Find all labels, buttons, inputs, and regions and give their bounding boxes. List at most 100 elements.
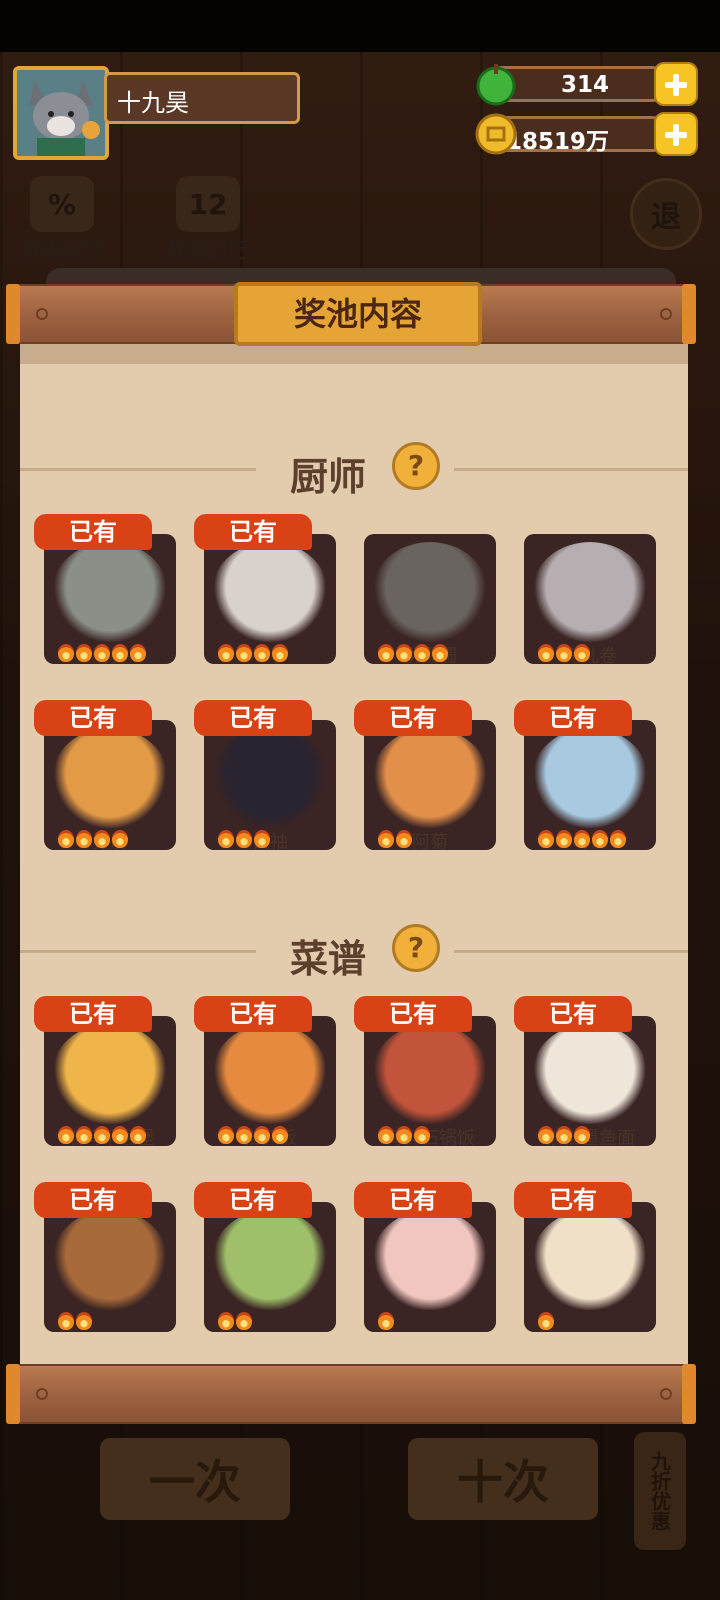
player-name: 十九昊 (117, 89, 189, 117)
flame-icon (112, 1126, 128, 1144)
chef-help-button[interactable]: ? (392, 442, 440, 490)
flame-icon (432, 644, 448, 662)
flame-icon (218, 830, 234, 848)
rarity-flames (58, 830, 130, 850)
item-artwork (532, 1024, 648, 1124)
item-artwork (372, 728, 488, 828)
owned-badge: 已有 (514, 700, 632, 736)
pool-item-card[interactable]: 已有 海鲜石锅饭 (354, 996, 496, 1149)
flame-icon (272, 644, 288, 662)
flame-icon (592, 830, 608, 848)
owned-badge: 已有 (194, 700, 312, 736)
owned-badge: 已有 (354, 700, 472, 736)
wolf-avatar-icon (17, 70, 105, 156)
player-name-box: 十九昊 (104, 72, 300, 124)
owned-badge: 已有 (514, 1182, 632, 1218)
item-artwork (52, 1210, 168, 1310)
item-artwork (532, 542, 648, 642)
flame-icon (58, 644, 74, 662)
flame-icon (378, 1312, 394, 1330)
rarity-flames (218, 830, 272, 850)
recipe-section-title: 菜谱 (290, 937, 367, 981)
item-artwork (212, 1024, 328, 1124)
pool-item-card[interactable]: 已有 (194, 1182, 336, 1332)
rarity-flames (58, 1126, 148, 1146)
dialog-title: 奖池内容 (234, 282, 482, 346)
item-artwork (52, 542, 168, 642)
flame-icon (378, 644, 394, 662)
scroll-bottom-rod[interactable] (6, 1364, 696, 1424)
owned-badge: 已有 (514, 996, 632, 1032)
flame-icon (218, 644, 234, 662)
pool-item-card[interactable]: 已有 (514, 1182, 656, 1332)
coin-value: 18519万 (505, 129, 609, 155)
flame-icon (556, 644, 572, 662)
flame-icon (130, 644, 146, 662)
pool-item-card[interactable]: 已有 喵呜千层堡 (34, 996, 176, 1149)
divider-right (454, 950, 688, 953)
flame-icon (556, 1126, 572, 1144)
recipe-section-header: 菜谱 ? (20, 922, 688, 982)
rod-nail-right (660, 308, 672, 320)
flame-icon (218, 1126, 234, 1144)
player-avatar[interactable] (13, 66, 109, 160)
flame-icon (58, 830, 74, 848)
add-apples-button[interactable] (654, 62, 698, 106)
item-artwork (212, 1210, 328, 1310)
flame-icon (574, 1126, 590, 1144)
pool-item-card[interactable]: 兜儿卷 (514, 514, 656, 667)
flame-icon (254, 830, 270, 848)
pool-item-card[interactable]: 已有 屿人 (514, 700, 656, 853)
rod-cap-left (6, 1364, 20, 1424)
add-coins-button[interactable] (654, 112, 698, 156)
flame-icon (272, 1126, 288, 1144)
flame-icon (538, 830, 554, 848)
status-bar (0, 0, 720, 52)
item-portrait (524, 1202, 656, 1332)
pool-item-card[interactable]: 猕圆圆 (354, 514, 496, 667)
rarity-flames (58, 1312, 94, 1332)
pool-item-card[interactable]: 已有 猫猫墨鱼面 (514, 996, 656, 1149)
pool-item-card[interactable]: 已有 阿菊 (354, 700, 496, 853)
item-artwork (212, 542, 328, 642)
flame-icon (76, 830, 92, 848)
pool-item-card[interactable]: 已有 (34, 1182, 176, 1332)
rarity-flames (378, 644, 450, 664)
owned-badge: 已有 (34, 514, 152, 550)
flame-icon (556, 830, 572, 848)
item-artwork (212, 728, 328, 828)
prize-pool-panel: 厨师 ? 已有 阿狸 已有 布丁 猕圆圆 兜儿卷已有 狞萌 已有 白袖 已有 阿菊 已有 屿人 菜谱 ?… (20, 342, 688, 1370)
rarity-flames (218, 1312, 254, 1332)
apple-icon (476, 64, 516, 106)
coin-icon (475, 113, 517, 155)
flame-icon (538, 1126, 554, 1144)
item-artwork (52, 728, 168, 828)
pool-item-card[interactable]: 已有 猫抓饭 (194, 996, 336, 1149)
item-portrait (204, 1202, 336, 1332)
flame-icon (236, 830, 252, 848)
pool-item-card[interactable]: 已有 白袖 (194, 700, 336, 853)
pool-item-card[interactable]: 已有 阿狸 (34, 514, 176, 667)
flame-icon (76, 1312, 92, 1330)
rarity-flames (218, 1126, 290, 1146)
owned-badge: 已有 (194, 996, 312, 1032)
recipe-help-button[interactable]: ? (392, 924, 440, 972)
flame-icon (218, 1312, 234, 1330)
flame-icon (94, 830, 110, 848)
flame-icon (94, 644, 110, 662)
divider-left (20, 950, 256, 953)
rod-nail-right (660, 1388, 672, 1400)
rarity-flames (538, 644, 592, 664)
flame-icon (236, 1126, 252, 1144)
item-artwork (372, 1024, 488, 1124)
flame-icon (94, 1126, 110, 1144)
item-artwork (372, 1210, 488, 1310)
pool-item-card[interactable]: 已有 布丁 (194, 514, 336, 667)
pool-item-card[interactable]: 已有 狞萌 (34, 700, 176, 853)
pool-item-card[interactable]: 已有 (354, 1182, 496, 1332)
rarity-flames (538, 1312, 556, 1332)
rod-cap-right (682, 284, 696, 344)
rarity-flames (378, 1126, 432, 1146)
owned-badge: 已有 (194, 1182, 312, 1218)
chef-section-title: 厨师 (290, 455, 367, 499)
